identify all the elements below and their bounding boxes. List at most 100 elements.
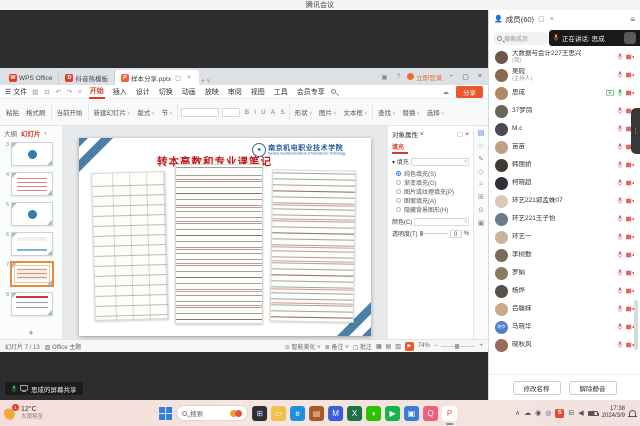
member-row[interactable]: 李树勤 xyxy=(489,246,640,264)
pin-icon[interactable]: ▢ xyxy=(457,130,463,138)
search-icon[interactable] xyxy=(331,89,336,94)
member-row[interactable]: 思成 xyxy=(489,84,640,102)
slide-thumbnail-4[interactable] xyxy=(11,172,53,196)
member-row[interactable]: 环艺一 xyxy=(489,228,640,246)
zoom-level[interactable]: 74% xyxy=(418,343,430,349)
tool-I[interactable]: I xyxy=(253,108,257,117)
slide-editing-canvas[interactable]: 转本高数和专业课笔记 ✦ 南京机电职业技术学院 Nanjing Vocation… xyxy=(63,126,387,339)
fill-option[interactable]: 隐藏背景图形(H) xyxy=(396,205,469,214)
side-tool-icon-6[interactable]: ⊙ xyxy=(478,206,484,214)
tool-U[interactable]: U xyxy=(260,108,267,117)
side-tool-icon-3[interactable]: ◇ xyxy=(478,168,483,176)
member-row[interactable]: 晓华 马晓华 xyxy=(489,318,640,336)
mic-icon[interactable] xyxy=(617,53,623,61)
onedrive-icon[interactable]: ☁ xyxy=(524,409,531,417)
member-row[interactable]: 大数据与会计227王思兴 (我) xyxy=(489,48,640,66)
color-select[interactable] xyxy=(414,218,469,226)
transparency-value[interactable]: 0 xyxy=(450,230,462,238)
screen-share-toast[interactable]: 思成的屏幕共享 xyxy=(5,382,83,395)
close-button[interactable]: × xyxy=(476,73,484,80)
comments-button[interactable]: ▢ 批注 xyxy=(353,342,372,351)
chevron-down-icon[interactable]: ˅ xyxy=(420,131,424,138)
tool-替换[interactable]: 替换 ˅ xyxy=(400,106,421,118)
fill-style-select[interactable] xyxy=(411,158,469,166)
tool-格式刷[interactable]: 格式刷 xyxy=(24,106,48,118)
tool-文本框[interactable]: 文本框 ˅ xyxy=(341,106,369,118)
member-row[interactable]: 晓秋风 xyxy=(489,336,640,354)
rename-button[interactable]: 修改名称 xyxy=(513,381,561,395)
member-row[interactable]: 环艺221郭孟姝07 xyxy=(489,192,640,210)
tab-wps-office[interactable]: W WPS Office xyxy=(3,71,59,85)
slide-thumbnail-7[interactable] xyxy=(11,262,53,286)
zoom-slider[interactable] xyxy=(441,346,475,347)
tool-节[interactable]: 节 ˅ xyxy=(160,106,175,118)
mic-icon[interactable] xyxy=(617,323,623,331)
speaker-video-thumbnail[interactable] xyxy=(624,32,636,44)
collapse-panel-icon[interactable]: ‹ xyxy=(45,130,47,137)
transparency-slider[interactable] xyxy=(420,233,448,234)
font-select[interactable] xyxy=(181,108,219,117)
menu-插入[interactable]: 插入 xyxy=(112,86,128,98)
menu-切换[interactable]: 切换 xyxy=(158,86,174,98)
side-tool-icon-1[interactable]: ☆ xyxy=(478,142,484,150)
app-photos-app[interactable]: ▣ xyxy=(404,406,419,421)
member-row[interactable]: 柯晓超 xyxy=(489,174,640,192)
menu-动画[interactable]: 动画 xyxy=(181,86,197,98)
cast-icon[interactable]: ⊟ xyxy=(568,409,574,417)
menu-会员专享[interactable]: 会员专享 xyxy=(296,86,326,98)
login-button[interactable]: 立即登录 xyxy=(407,72,442,82)
tray-expand[interactable]: ∧ xyxy=(515,409,520,417)
camera-icon[interactable] xyxy=(626,180,634,186)
beautify-button[interactable]: ⊙ 智能美化 ˅ xyxy=(285,342,321,351)
zoom-in-button[interactable]: + xyxy=(479,343,483,349)
menu-审阅[interactable]: 审阅 xyxy=(227,86,243,98)
tool-S[interactable]: S xyxy=(279,108,285,117)
app-store-app[interactable]: ▤ xyxy=(309,406,324,421)
menu-视图[interactable]: 视图 xyxy=(250,86,266,98)
camera-icon[interactable] xyxy=(626,162,634,168)
app-m-app[interactable]: M xyxy=(328,406,343,421)
font-select[interactable] xyxy=(222,108,240,117)
app-qq[interactable]: Q xyxy=(423,406,438,421)
member-row[interactable]: 罗娟 xyxy=(489,264,640,282)
side-tool-icon-7[interactable]: ▣ xyxy=(478,219,485,227)
member-row[interactable]: 吕疆妹 xyxy=(489,300,640,318)
member-row[interactable]: 苗苗 xyxy=(489,138,640,156)
theme-name[interactable]: ▨ Office 主题 xyxy=(45,342,82,351)
side-tool-icon-5[interactable]: ⊞ xyxy=(478,193,484,201)
share-document-button[interactable]: 分享 xyxy=(456,86,483,98)
camera-icon[interactable] xyxy=(626,72,634,78)
tool-粘贴[interactable]: 粘贴 xyxy=(4,106,21,118)
camera-icon[interactable] xyxy=(626,306,634,312)
tool-A[interactable]: A xyxy=(270,108,277,117)
battery-icon[interactable] xyxy=(588,411,598,416)
mic-icon[interactable] xyxy=(617,197,623,205)
camera-icon[interactable] xyxy=(626,288,634,294)
camera-icon[interactable] xyxy=(626,252,634,258)
camera-icon[interactable] xyxy=(626,216,634,222)
mic-tray-icon[interactable]: ◉ xyxy=(535,409,541,417)
notes-photo-center[interactable] xyxy=(175,164,263,324)
mic-icon[interactable] xyxy=(617,269,623,277)
slide-thumbnail-3[interactable] xyxy=(11,142,53,166)
tab-douyin-template[interactable]: D 抖音热模板 xyxy=(59,71,115,85)
notification-bell-icon[interactable] xyxy=(629,410,636,416)
notes-photo-right[interactable] xyxy=(270,169,357,322)
menu-放映[interactable]: 放映 xyxy=(204,86,220,98)
side-tool-icon-4[interactable]: ≈ xyxy=(479,181,483,188)
fill-option[interactable]: 纯色填充(S) xyxy=(396,169,469,178)
close-panel-icon[interactable]: × xyxy=(549,16,555,23)
clock[interactable]: 17:38 2024/3/9 xyxy=(602,406,625,420)
tab-current-document[interactable]: P 样本分享.pptx ▢ × xyxy=(115,70,199,85)
headset-icon[interactable]: ◎ xyxy=(545,409,551,417)
weather-widget[interactable]: 1 12°C 大雨将至 xyxy=(0,406,43,420)
zoom-out-button[interactable]: − xyxy=(434,343,438,349)
menu-工具[interactable]: 工具 xyxy=(273,86,289,98)
app-video-app[interactable]: ▶ xyxy=(385,406,400,421)
camera-icon[interactable] xyxy=(626,234,634,240)
close-tab-icon[interactable]: × xyxy=(185,74,193,81)
mic-icon[interactable] xyxy=(617,215,623,223)
app-excel[interactable]: X xyxy=(347,406,362,421)
tool-形状[interactable]: 形状 ˅ xyxy=(293,106,314,118)
notes-photo-math[interactable] xyxy=(91,171,169,321)
